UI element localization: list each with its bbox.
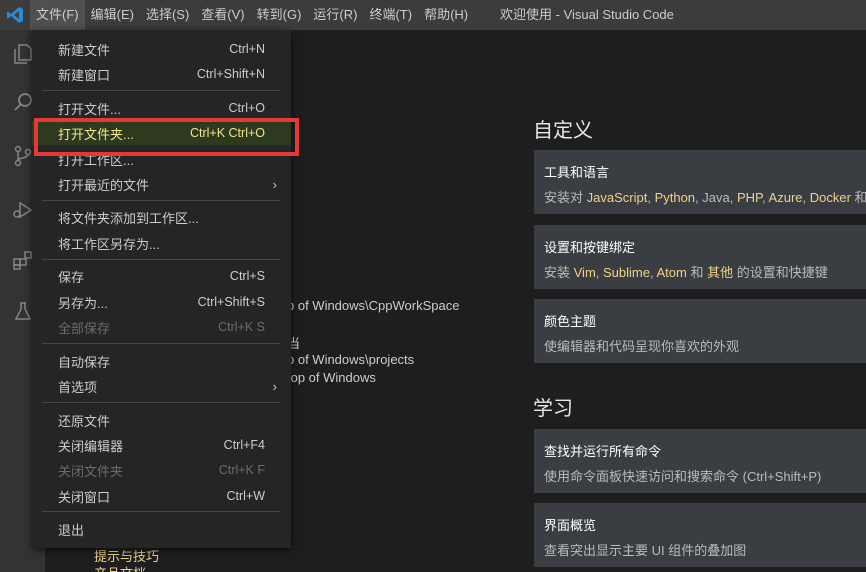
card-title: 颜色主题 — [544, 314, 597, 329]
title-bar: 文件(F) 编辑(E) 选择(S) 查看(V) 转到(G) 运行(R) 终端(T… — [0, 0, 866, 30]
card-desc: 安装 Vim, Sublime, Atom 和 其他 的设置和快捷键 — [544, 265, 828, 280]
card-color-theme[interactable]: 颜色主题 使编辑器和代码呈现你喜欢的外观 — [534, 299, 866, 363]
recent-path-4[interactable]: top of Windows — [287, 370, 376, 385]
menu-file[interactable]: 文件(F) — [30, 0, 85, 30]
menu-terminal[interactable]: 终端(T) — [363, 0, 418, 30]
menu-separator — [42, 200, 280, 201]
learn-heading: 学习 — [533, 398, 573, 420]
card-title: 查找并运行所有命令 — [544, 444, 662, 459]
menu-item-save-all: 全部保存 Ctrl+K S — [58, 320, 265, 336]
card-desc: 使用命令面板快速访问和搜索命令 (Ctrl+Shift+P) — [544, 469, 822, 484]
card-command-palette[interactable]: 查找并运行所有命令 使用命令面板快速访问和搜索命令 (Ctrl+Shift+P) — [534, 429, 866, 493]
menu-item-auto-save[interactable]: 自动保存 — [32, 349, 291, 373]
card-desc: 安装对 JavaScript, Python, Java, PHP, Azure… — [544, 190, 866, 205]
menu-item-open-folder[interactable]: 打开文件夹... Ctrl+K Ctrl+O — [32, 121, 291, 145]
menu-item-revert-file[interactable]: 还原文件 — [32, 408, 291, 432]
file-menu-dropdown: 新建文件 Ctrl+N 新建窗口 Ctrl+Shift+N 打开文件... Ctrl+… — [32, 30, 291, 548]
card-title: 界面概览 — [544, 518, 597, 533]
menu-separator — [42, 343, 280, 344]
menu-item-open-file[interactable]: 打开文件... Ctrl+O — [32, 96, 291, 120]
menu-item-new-file[interactable]: 新建文件 Ctrl+N — [32, 37, 291, 61]
menu-item-save-as[interactable]: 另存为... Ctrl+Shift+S — [32, 290, 291, 314]
menu-item-new-window[interactable]: 新建窗口 Ctrl+Shift+N — [32, 62, 291, 86]
menu-help[interactable]: 帮助(H) — [418, 0, 474, 30]
menu-item-close-window[interactable]: 关闭窗口 Ctrl+W — [32, 484, 291, 508]
menu-item-preferences[interactable]: 首选项 › — [32, 374, 291, 398]
chevron-right-icon: › — [272, 378, 277, 394]
menu-go[interactable]: 转到(G) — [251, 0, 308, 30]
vscode-logo-icon — [0, 0, 30, 30]
card-title: 设置和按键绑定 — [544, 240, 636, 255]
card-title: 工具和语言 — [544, 165, 610, 180]
recent-path-3[interactable]: p of Windows\projects — [287, 352, 414, 367]
card-desc: 查看突出显示主要 UI 组件的叠加图 — [544, 543, 747, 558]
customize-heading: 自定义 — [533, 120, 593, 142]
docs-link[interactable]: 产品文档 — [94, 563, 146, 572]
menu-item-close-editor[interactable]: 关闭编辑器 Ctrl+F4 — [32, 433, 291, 457]
menu-run[interactable]: 运行(R) — [307, 0, 363, 30]
menu-item-close-folder: 关闭文件夹 Ctrl+K F — [58, 463, 265, 479]
menu-view[interactable]: 查看(V) — [195, 0, 250, 30]
menu-separator — [42, 259, 280, 260]
recent-path-1[interactable]: p of Windows\CppWorkSpace — [287, 298, 459, 313]
menu-item-save[interactable]: 保存 Ctrl+S — [32, 264, 291, 288]
card-desc: 使编辑器和代码呈现你喜欢的外观 — [544, 339, 740, 354]
menu-bar: 文件(F) 编辑(E) 选择(S) 查看(V) 转到(G) 运行(R) 终端(T… — [30, 0, 474, 30]
chevron-right-icon: › — [272, 176, 277, 192]
menu-selection[interactable]: 选择(S) — [140, 0, 195, 30]
menu-edit[interactable]: 编辑(E) — [85, 0, 140, 30]
card-interface-overview[interactable]: 界面概览 查看突出显示主要 UI 组件的叠加图 — [534, 503, 866, 567]
menu-item-open-workspace[interactable]: 打开工作区... — [32, 147, 291, 171]
menu-separator — [42, 402, 280, 403]
menu-separator — [42, 511, 280, 512]
card-tools-languages[interactable]: 工具和语言 安装对 JavaScript, Python, Java, PHP,… — [534, 150, 866, 214]
card-settings-keybindings[interactable]: 设置和按键绑定 安装 Vim, Sublime, Atom 和 其他 的设置和快… — [534, 225, 866, 289]
menu-item-exit[interactable]: 退出 — [32, 517, 291, 541]
menu-separator — [42, 90, 280, 91]
menu-item-open-recent[interactable]: 打开最近的文件 › — [32, 172, 291, 196]
menu-item-add-folder-to-workspace[interactable]: 将文件夹添加到工作区... — [32, 205, 291, 229]
menu-item-save-workspace-as[interactable]: 将工作区另存为... — [32, 231, 291, 255]
